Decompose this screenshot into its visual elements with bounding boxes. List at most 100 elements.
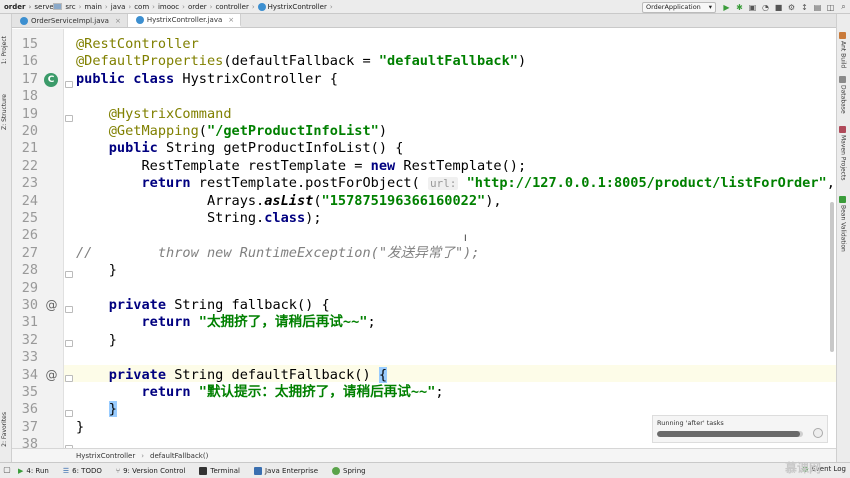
tool-tab-ant-build[interactable]: Ant Build bbox=[839, 32, 847, 68]
progress-bar-fill bbox=[657, 431, 801, 437]
line-number: 17 bbox=[21, 70, 38, 87]
code-line-27[interactable]: // throw new RuntimeException("发送异常了"); bbox=[76, 245, 836, 262]
tab-orderserviceimpl[interactable]: OrderServiceImpl.java × bbox=[12, 14, 128, 27]
code-editor[interactable]: 15 16 17 C 18 19 20 21 22 23 24 25 26 27 … bbox=[12, 29, 836, 448]
run-icon[interactable]: ▶ bbox=[721, 2, 732, 13]
tool-tab-project[interactable]: 1: Project bbox=[1, 36, 8, 64]
line-number: 36 bbox=[21, 401, 38, 418]
fold-marker-icon[interactable] bbox=[65, 115, 73, 122]
code-line-31[interactable]: return "太拥挤了，请稍后再试~~"; bbox=[76, 314, 836, 331]
code-line-19[interactable]: @HystrixCommand bbox=[76, 106, 836, 123]
search-icon[interactable]: ⌕ bbox=[838, 2, 849, 13]
code-line-22[interactable]: RestTemplate restTemplate = new RestTemp… bbox=[76, 158, 836, 175]
code-line-35[interactable]: return "默认提示：太拥挤了，请稍后再试~~"; bbox=[76, 384, 836, 401]
spring-bean-icon[interactable]: C bbox=[44, 72, 58, 87]
code-line-23[interactable]: return restTemplate.postForObject( url: … bbox=[76, 175, 836, 192]
breadcrumb-item-controller[interactable]: controller › bbox=[53, 3, 255, 11]
project-structure-icon[interactable]: ▤ bbox=[812, 2, 823, 13]
implements-at-icon[interactable]: @ bbox=[45, 368, 58, 382]
tool-window-terminal[interactable]: Terminal bbox=[199, 466, 240, 475]
fold-marker-icon[interactable] bbox=[65, 81, 73, 88]
fold-marker-icon[interactable] bbox=[65, 410, 73, 417]
breadcrumb-item-order-pkg[interactable]: order › bbox=[53, 3, 212, 11]
gutter-line: 15 bbox=[12, 36, 64, 53]
gutter-line: 28 bbox=[12, 262, 64, 279]
profile-icon[interactable]: ◔ bbox=[760, 2, 771, 13]
tool-window-todo[interactable]: ☰ 6: TODO bbox=[63, 467, 102, 475]
tool-tab-structure[interactable]: Z: Structure bbox=[1, 94, 8, 130]
tool-window-version-control[interactable]: ⑂ 9: Version Control bbox=[116, 467, 186, 475]
code-line-16[interactable]: @DefaultProperties(defaultFallback = "de… bbox=[76, 53, 836, 70]
code-line-30[interactable]: private String fallback() { bbox=[76, 297, 836, 314]
coverage-icon[interactable]: ▣ bbox=[747, 2, 758, 13]
tool-window-java-enterprise[interactable]: Java Enterprise bbox=[253, 466, 318, 475]
code-line-17[interactable]: public class HystrixController { bbox=[76, 71, 836, 88]
vertical-scrollbar[interactable] bbox=[830, 202, 834, 352]
code-line-20[interactable]: @GetMapping("/getProductInfoList") bbox=[76, 123, 836, 140]
fold-marker-icon[interactable] bbox=[65, 340, 73, 347]
line-number: 31 bbox=[21, 314, 38, 331]
code-line-34[interactable]: private String defaultFallback() { bbox=[76, 366, 836, 384]
line-number: 26 bbox=[21, 227, 38, 244]
todo-icon: ☰ bbox=[62, 466, 70, 475]
tool-window-run[interactable]: ▶ 4: Run bbox=[18, 467, 49, 475]
close-icon[interactable]: × bbox=[115, 17, 121, 25]
tab-hystrixcontroller[interactable]: HystrixController.java × bbox=[127, 14, 242, 27]
maven-icon bbox=[839, 126, 846, 133]
gutter-line: 35 bbox=[12, 384, 64, 401]
tool-window-toggle-icon[interactable]: ▢ bbox=[2, 463, 12, 477]
vcs-icon[interactable]: ↕ bbox=[799, 2, 810, 13]
gutter-line: 31 bbox=[12, 314, 64, 331]
sdk-icon[interactable]: ◫ bbox=[825, 2, 836, 13]
cancel-task-icon[interactable] bbox=[813, 428, 823, 438]
structure-crumb-class[interactable]: HystrixController bbox=[76, 452, 135, 460]
class-icon bbox=[257, 2, 266, 11]
gutter-line: 18 bbox=[12, 88, 64, 105]
tool-tab-database[interactable]: Database bbox=[839, 76, 847, 114]
gutter-line: 38 bbox=[12, 436, 64, 448]
gutter-line: 37 bbox=[12, 419, 64, 436]
parameter-hint: url: bbox=[427, 177, 459, 191]
fold-marker-icon[interactable] bbox=[65, 271, 73, 278]
build-icon[interactable]: ⚙ bbox=[786, 2, 797, 13]
breadcrumb-item-main[interactable]: main › bbox=[53, 3, 108, 11]
line-number: 24 bbox=[21, 192, 38, 209]
background-task-progress: Running 'after' tasks bbox=[652, 415, 828, 443]
gutter-line: 22 bbox=[12, 158, 64, 175]
breadcrumb-item-order[interactable]: order › bbox=[4, 3, 62, 11]
implements-at-icon[interactable]: @ bbox=[45, 299, 58, 312]
structure-crumb-method[interactable]: defaultFallback() bbox=[150, 452, 208, 460]
tool-window-spring[interactable]: Spring bbox=[332, 466, 366, 475]
run-configuration-select[interactable]: OrderApplication ▾ bbox=[642, 1, 716, 13]
code-line-21[interactable]: public String getProductInfoList() { bbox=[76, 140, 836, 157]
code-line-24[interactable]: Arrays.asList("157875196366160022"), bbox=[76, 193, 836, 210]
breadcrumb-item-java[interactable]: java › bbox=[53, 3, 131, 11]
line-number: 28 bbox=[21, 262, 38, 279]
breadcrumb-item-class[interactable]: HystrixController › bbox=[257, 2, 333, 11]
gutter-line: 34 @ bbox=[12, 367, 64, 384]
tool-tab-favorites[interactable]: 2: Favorites bbox=[1, 412, 8, 447]
stop-icon[interactable]: ■ bbox=[773, 2, 784, 13]
terminal-icon bbox=[199, 466, 208, 475]
line-number: 19 bbox=[21, 105, 38, 122]
code-line-32[interactable]: } bbox=[76, 332, 836, 349]
code-line-28[interactable]: } bbox=[76, 262, 836, 279]
line-number: 34 bbox=[21, 366, 38, 383]
breadcrumb-item-src[interactable]: src › bbox=[53, 3, 81, 11]
line-number: 32 bbox=[21, 331, 38, 348]
code-line-25[interactable]: String.class); bbox=[76, 210, 836, 227]
code-line-15[interactable]: @RestController bbox=[76, 36, 836, 53]
left-tool-strip: 1: Project Z: Structure 2: Favorites bbox=[0, 14, 12, 462]
breadcrumb-item-imooc[interactable]: imooc › bbox=[53, 3, 185, 11]
status-bar: ▶ 4: Run ☰ 6: TODO ⑂ 9: Version Control Ter… bbox=[0, 462, 850, 478]
tool-tab-maven[interactable]: Maven Projects bbox=[839, 126, 847, 180]
gutter-line: 17 C bbox=[12, 71, 64, 88]
fold-marker-icon[interactable] bbox=[65, 375, 73, 382]
gutter-line: 27 bbox=[12, 245, 64, 262]
breadcrumb-item-com[interactable]: com › bbox=[53, 3, 155, 11]
debug-icon[interactable]: ✱ bbox=[734, 2, 745, 13]
fold-marker-icon[interactable] bbox=[65, 306, 73, 313]
close-icon[interactable]: × bbox=[228, 16, 234, 24]
line-number: 38 bbox=[21, 436, 38, 448]
tool-tab-bean-validation[interactable]: Bean Validation bbox=[839, 196, 847, 252]
